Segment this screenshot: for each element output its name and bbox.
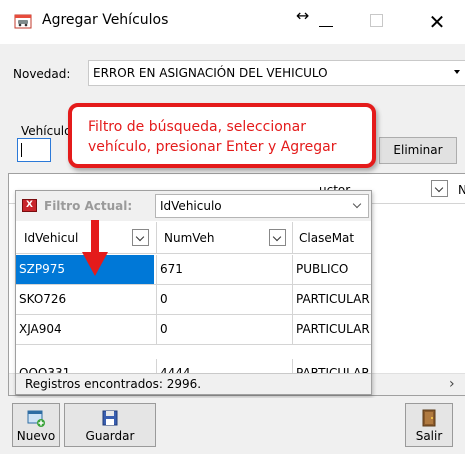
bottom-toolbar: Nuevo Guardar Salir bbox=[0, 398, 465, 454]
instruction-callout: Filtro de búsqueda, seleccionar vehículo… bbox=[68, 103, 376, 168]
cell-numveh[interactable]: 4444 bbox=[156, 359, 292, 373]
filter-label: Filtro Actual: bbox=[44, 199, 133, 213]
nuevo-button[interactable]: Nuevo bbox=[12, 403, 60, 447]
column-filter-dropdown[interactable] bbox=[269, 229, 286, 246]
dropdown-arrow-icon bbox=[454, 70, 460, 74]
eliminar-button[interactable]: Eliminar bbox=[379, 137, 457, 164]
save-icon bbox=[100, 408, 120, 431]
car-window-icon bbox=[14, 12, 32, 30]
scroll-right-icon[interactable]: › bbox=[449, 376, 455, 392]
resize-arrows-icon: ↔ bbox=[296, 6, 310, 25]
callout-text: Filtro de búsqueda, seleccionar vehículo… bbox=[88, 119, 337, 155]
minimize-icon[interactable] bbox=[314, 8, 338, 36]
new-document-icon bbox=[26, 408, 46, 431]
cell-numveh[interactable]: 0 bbox=[156, 315, 292, 344]
filter-bar: X Filtro Actual: IdVehiculo bbox=[16, 191, 371, 221]
column-header-numveh[interactable]: NumVeh bbox=[164, 231, 215, 245]
close-icon[interactable]: ✕ bbox=[425, 8, 449, 36]
cell-numveh[interactable]: 0 bbox=[156, 285, 292, 314]
guardar-button[interactable]: Guardar bbox=[64, 403, 156, 447]
column-header-idvehiculo[interactable]: IdVehicul bbox=[24, 231, 78, 245]
cell-clasemat[interactable]: PARTICULAR bbox=[292, 359, 371, 373]
table-row[interactable]: XJA904 0 PARTICULAR bbox=[16, 315, 371, 345]
salir-button[interactable]: Salir bbox=[405, 403, 453, 447]
column-filter-dropdown[interactable] bbox=[132, 229, 149, 246]
table-row[interactable]: SKO726 0 PARTICULAR bbox=[16, 285, 371, 315]
vehiculo-label: Vehículo bbox=[21, 124, 72, 138]
popup-grid-header: IdVehicul NumVeh ClaseMat bbox=[16, 222, 371, 254]
filter-select[interactable]: IdVehiculo bbox=[155, 194, 369, 218]
window-title: Agregar Vehículos bbox=[42, 12, 169, 28]
cell-clasemat[interactable]: PARTICULAR bbox=[292, 315, 371, 344]
novedad-label: Novedad: bbox=[13, 67, 71, 81]
filter-value: IdVehiculo bbox=[160, 199, 222, 213]
cell-idvehiculo[interactable]: XJA904 bbox=[16, 315, 154, 344]
cell-numveh[interactable]: 671 bbox=[156, 255, 292, 284]
lookup-popup[interactable]: X Filtro Actual: IdVehiculo IdVehicul Nu… bbox=[15, 190, 372, 395]
cell-idvehiculo[interactable]: OOO331 bbox=[16, 359, 154, 373]
maximize-icon[interactable] bbox=[370, 14, 383, 27]
novedad-select[interactable]: ERROR EN ASIGNACIÓN DEL VEHICULO bbox=[88, 60, 465, 86]
chevron-down-icon bbox=[352, 199, 362, 209]
exit-door-icon bbox=[419, 408, 439, 431]
cell-clasemat[interactable]: PUBLICO bbox=[292, 255, 371, 284]
vehiculo-input[interactable] bbox=[17, 138, 51, 162]
text-caret bbox=[21, 143, 22, 157]
records-status: Registros encontrados: 2996. bbox=[16, 373, 371, 394]
guardar-label: Guardar bbox=[85, 429, 135, 443]
nuevo-label: Nuevo bbox=[16, 429, 56, 443]
column-filter-dropdown[interactable] bbox=[431, 180, 448, 197]
salir-label: Salir bbox=[415, 429, 443, 443]
red-arrow-down-icon bbox=[80, 220, 110, 281]
column-header-clasemat[interactable]: ClaseMat bbox=[299, 231, 354, 245]
cell-idvehiculo[interactable]: SKO726 bbox=[16, 285, 154, 314]
chevron-down-icon bbox=[135, 232, 145, 242]
title-bar: Agregar Vehículos ↔ ✕ bbox=[0, 0, 465, 44]
cell-clasemat[interactable]: PARTICULAR bbox=[292, 285, 371, 314]
table-row[interactable]: SZP975 671 PUBLICO bbox=[16, 255, 371, 285]
novedad-value: ERROR EN ASIGNACIÓN DEL VEHICULO bbox=[93, 66, 328, 80]
table-row[interactable]: OOO331 4444 PARTICULAR bbox=[16, 345, 371, 373]
column-header-n[interactable]: N bbox=[458, 183, 465, 197]
chevron-down-icon bbox=[272, 232, 282, 242]
chevron-down-icon bbox=[434, 183, 444, 193]
clear-filter-icon[interactable]: X bbox=[22, 199, 37, 212]
